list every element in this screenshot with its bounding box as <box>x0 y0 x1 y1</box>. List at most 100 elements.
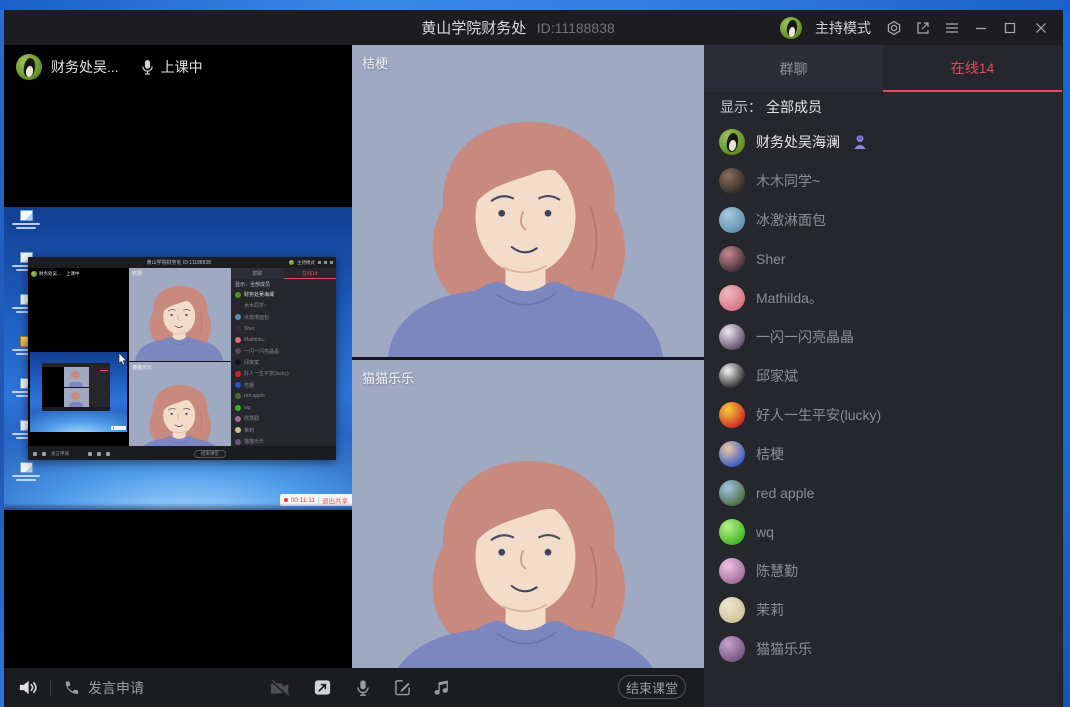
member-panel: 群聊 在线14 显示： 全部成员 财务处吴海澜 木木同学~ 冰激淋面包 <box>704 45 1062 707</box>
mini-member-row: 财务处吴海澜 <box>231 289 336 300</box>
mini-member-row: 桔梗 <box>231 379 336 390</box>
presenter-mic-icon <box>141 59 154 75</box>
mini-member-row: 木木同学~ <box>231 300 336 311</box>
member-avatar <box>719 441 745 467</box>
member-name: Sher <box>756 251 786 267</box>
mini-member-row: 冰激淋面包 <box>231 312 336 323</box>
minimize-button[interactable] <box>973 20 989 36</box>
mini-member-row: 邱家斌 <box>231 357 336 368</box>
member-row[interactable]: 财务处吴海澜 <box>704 122 1062 161</box>
shared-screen-recursion <box>30 352 127 432</box>
presenter-info: 财务处吴... 上课中 <box>16 54 203 80</box>
desktop-background: 黄山学院财务处 ID:11188838 主持模式 <box>0 0 1070 707</box>
desktop-edge-top <box>0 0 1070 10</box>
filter-label: 显示： <box>720 97 762 117</box>
member-row[interactable]: 一闪一闪亮晶晶 <box>704 317 1062 356</box>
mini-member-row: 猫猫乐乐 <box>231 436 336 446</box>
member-list: 财务处吴海澜 木木同学~ 冰激淋面包 Sher Mathilda。 一闪一闪亮晶… <box>704 122 1062 707</box>
member-avatar <box>719 285 745 311</box>
maximize-button[interactable] <box>1002 20 1018 36</box>
member-row[interactable]: 冰激淋面包 <box>704 200 1062 239</box>
member-row[interactable]: 陈慧勤 <box>704 551 1062 590</box>
close-button[interactable] <box>1033 20 1049 36</box>
popout-icon[interactable] <box>915 20 931 36</box>
member-name: Mathilda。 <box>756 288 823 308</box>
member-avatar <box>719 519 745 545</box>
speaker-button[interactable] <box>17 677 38 698</box>
member-avatar <box>719 168 745 194</box>
member-avatar <box>719 363 745 389</box>
share-status-badge: 00:11:11 退出共享 <box>280 494 352 506</box>
camera-off-button[interactable] <box>269 677 291 699</box>
member-avatar <box>719 402 745 428</box>
tab-group-chat[interactable]: 群聊 <box>704 45 883 92</box>
member-name: 木木同学~ <box>756 171 820 191</box>
host-badge-icon <box>853 134 867 150</box>
video-tile-2[interactable]: 猫猫乐乐 <box>352 360 704 668</box>
member-row[interactable]: wq <box>704 512 1062 551</box>
desktop-edge-right <box>1063 10 1070 707</box>
member-row[interactable]: 茉莉 <box>704 590 1062 629</box>
host-mode-label[interactable]: 主持模式 <box>815 18 871 38</box>
mini-member-row: Sher <box>231 323 336 334</box>
video-label-2: 猫猫乐乐 <box>362 368 414 387</box>
member-filter-row: 显示： 全部成员 <box>704 92 1062 122</box>
exit-share-button[interactable]: 退出共享 <box>322 495 348 505</box>
member-avatar <box>719 480 745 506</box>
mini-member-row: Mathilda。 <box>231 334 336 345</box>
member-name: 冰激淋面包 <box>756 210 826 230</box>
avatar-illustration-1 <box>378 107 678 357</box>
member-avatar <box>719 207 745 233</box>
mini-member-row: 茉莉 <box>231 425 336 436</box>
settings-icon[interactable] <box>886 20 902 36</box>
member-name: 陈慧勤 <box>756 561 798 581</box>
member-row[interactable]: 猫猫乐乐 <box>704 629 1062 668</box>
speak-request-button[interactable]: 发言申请 <box>88 678 144 698</box>
video-label-1: 桔梗 <box>362 53 388 72</box>
phone-icon[interactable] <box>63 679 80 696</box>
member-name: 财务处吴海澜 <box>756 132 840 152</box>
music-button[interactable] <box>433 679 450 696</box>
member-row[interactable]: Mathilda。 <box>704 278 1062 317</box>
titlebar: 黄山学院财务处 ID:11188838 主持模式 <box>4 10 1063 45</box>
class-status: 上课中 <box>161 57 203 77</box>
window-title: 黄山学院财务处 ID:11188838 <box>421 17 615 38</box>
mini-member-row: 好人一生平安(lucky) <box>231 368 336 379</box>
mini-member-row: red apple <box>231 391 336 402</box>
toolbar-divider <box>50 680 51 696</box>
room-id: ID:11188838 <box>537 20 615 36</box>
member-row[interactable]: 好人一生平安(lucky) <box>704 395 1062 434</box>
toolbar: 发言申请 <box>4 668 704 707</box>
mini-member-list: 财务处吴海澜 木木同学~ 冰激淋面包 Sher Mathilda。 一闪一闪亮晶… <box>231 289 336 446</box>
mini-member-row: 一闪一闪亮晶晶 <box>231 345 336 356</box>
user-avatar[interactable] <box>780 17 802 39</box>
panel-tabs: 群聊 在线14 <box>704 45 1062 92</box>
member-row[interactable]: 桔梗 <box>704 434 1062 473</box>
mini-member-row: wq <box>231 402 336 413</box>
member-row[interactable]: red apple <box>704 473 1062 512</box>
member-avatar <box>719 246 745 272</box>
shared-app-window: 黄山学院财务处 ID:11188838 主持模式 <box>28 257 336 460</box>
avatar-illustration-2 <box>378 446 678 668</box>
member-name: 好人一生平安(lucky) <box>756 405 881 425</box>
member-row[interactable]: 木木同学~ <box>704 161 1062 200</box>
filter-value[interactable]: 全部成员 <box>766 97 822 117</box>
presenter-avatar <box>16 54 42 80</box>
tab-online-members[interactable]: 在线14 <box>883 45 1062 92</box>
video-tile-1[interactable]: 桔梗 <box>352 45 704 357</box>
member-avatar <box>719 129 745 155</box>
room-title: 黄山学院财务处 <box>421 20 526 37</box>
member-name: 茉莉 <box>756 600 784 620</box>
mouse-cursor <box>118 353 127 366</box>
presenter-video-area: 财务处吴... 上课中 <box>4 45 352 668</box>
app-window: 黄山学院财务处 ID:11188838 主持模式 <box>4 10 1063 707</box>
screen-share-view[interactable]: 黄山学院财务处 ID:11188838 主持模式 <box>4 207 352 510</box>
member-row[interactable]: 邱家斌 <box>704 356 1062 395</box>
member-row[interactable]: Sher <box>704 239 1062 278</box>
screen-share-button[interactable] <box>313 678 332 697</box>
menu-icon[interactable] <box>944 20 960 36</box>
mic-button[interactable] <box>354 679 372 697</box>
whiteboard-button[interactable] <box>394 679 411 696</box>
member-avatar <box>719 558 745 584</box>
end-class-button[interactable]: 结束课堂 <box>618 675 686 699</box>
